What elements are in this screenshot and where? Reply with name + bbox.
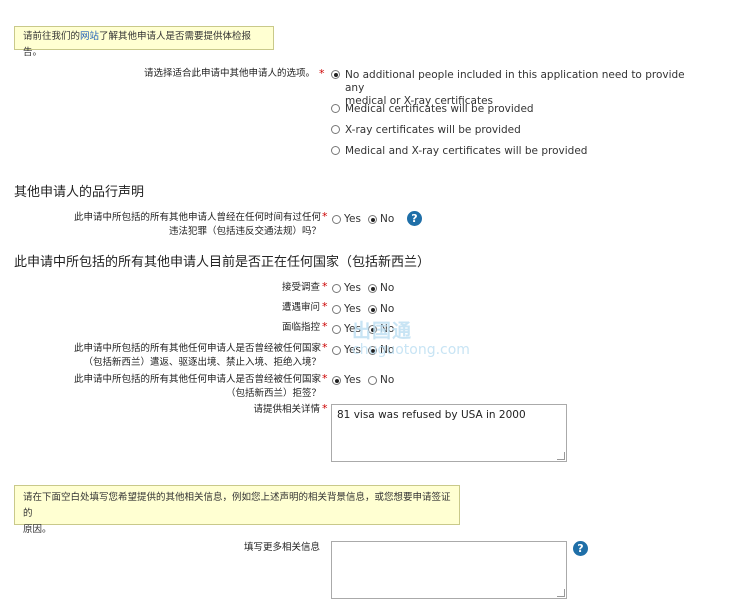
trial-no-label: No — [380, 303, 395, 315]
required-star: * — [319, 67, 325, 80]
notice-medical-info: 请前往我们的网站了解其他申请人是否需要提供体检报告。 — [14, 26, 274, 58]
required-star: * — [322, 402, 328, 415]
crime-question-label: 此申请中所包括的所有其他申请人曾经在任何时间有过任何 违法犯罪（包括违反交通法规… — [40, 211, 321, 239]
deported-question-line1: 此申请中所包括的所有其他任何申请人是否曾经被任何国家 — [73, 343, 321, 354]
radio-medical-none[interactable] — [331, 70, 340, 79]
investigation-label: 接受调查 — [281, 282, 320, 293]
option-medical-and-xray: Medical and X-ray certificates will be p… — [345, 145, 588, 157]
deported-question-line2: （包括新西兰）遣返、驱逐出境、禁止入境、拒绝入境？ — [83, 357, 321, 368]
radio-refused-no[interactable] — [368, 376, 377, 385]
radio-investigation-no[interactable] — [368, 284, 377, 293]
details-text: 81 visa was refused by USA in 2000 — [337, 409, 526, 421]
details-textarea[interactable]: 81 visa was refused by USA in 2000 — [331, 404, 567, 462]
crime-question-line1: 此申请中所包括的所有其他申请人曾经在任何时间有过任何 — [73, 212, 321, 223]
required-star: * — [322, 320, 328, 333]
deported-question-label: 此申请中所包括的所有其他任何申请人是否曾经被任何国家 （包括新西兰）遣返、驱逐出… — [40, 342, 321, 370]
notice-additional-line1: 请在下面空白处填写您希望提供的其他相关信息，例如您上述声明的相关背景信息，或您想… — [23, 492, 451, 519]
trial-yes-label: Yes — [344, 303, 361, 315]
more-info-label: 填写更多相关信息 — [243, 542, 320, 553]
notice-additional-line2: 原因。 — [23, 524, 52, 535]
help-icon[interactable]: ? — [407, 211, 422, 226]
radio-deported-yes[interactable] — [332, 346, 341, 355]
charge-label: 面临指控 — [281, 322, 320, 333]
website-link[interactable]: 网站 — [80, 31, 99, 42]
radio-trial-no[interactable] — [368, 305, 377, 314]
watermark: 出国通 chuguotong.com — [352, 322, 470, 360]
refused-yes-label: Yes — [344, 374, 361, 386]
investigation-no-label: No — [380, 282, 395, 294]
crime-no-label: No — [380, 213, 395, 225]
notice-additional-info: 请在下面空白处填写您希望提供的其他相关信息，例如您上述声明的相关背景信息，或您想… — [14, 485, 460, 535]
radio-xray-certificates[interactable] — [331, 125, 340, 134]
option-medical-none-line1: No additional people included in this ap… — [345, 69, 685, 94]
refused-question-label: 此申请中所包括的所有其他任何申请人是否曾经被任何国家 （包括新西兰）拒签？ — [40, 373, 321, 401]
radio-medical-certificates[interactable] — [331, 104, 340, 113]
radio-medical-and-xray[interactable] — [331, 146, 340, 155]
radio-trial-yes[interactable] — [332, 305, 341, 314]
refused-no-label: No — [380, 374, 395, 386]
radio-investigation-yes[interactable] — [332, 284, 341, 293]
refused-question-line2: （包括新西兰）拒签？ — [225, 388, 321, 399]
option-xray-certificates: X-ray certificates will be provided — [345, 124, 521, 136]
resize-grip-icon[interactable] — [557, 589, 565, 597]
investigation-yes-label: Yes — [344, 282, 361, 294]
crime-yes-label: Yes — [344, 213, 361, 225]
section-title-character: 其他申请人的品行声明 — [14, 185, 145, 200]
required-star: * — [322, 280, 328, 293]
trial-label: 遭遇审问 — [281, 302, 320, 313]
watermark-title: 出国通 — [352, 320, 413, 342]
option-medical-certificates: Medical certificates will be provided — [345, 103, 534, 115]
radio-crime-yes[interactable] — [332, 215, 341, 224]
notice-prefix: 请前往我们的 — [23, 31, 81, 42]
watermark-url: chuguotong.com — [352, 342, 470, 358]
required-star: * — [322, 372, 328, 385]
radio-refused-yes[interactable] — [332, 376, 341, 385]
help-icon[interactable]: ? — [573, 541, 588, 556]
details-label: 请提供相关详情 — [253, 404, 320, 415]
required-star: * — [322, 300, 328, 313]
required-star: * — [322, 210, 328, 223]
more-info-textarea[interactable] — [331, 541, 567, 599]
radio-crime-no[interactable] — [368, 215, 377, 224]
required-star: * — [322, 341, 328, 354]
resize-grip-icon[interactable] — [557, 452, 565, 460]
section-title-country: 此申请中所包括的所有其他申请人目前是否正在任何国家（包括新西兰） — [14, 255, 431, 270]
radio-charge-yes[interactable] — [332, 325, 341, 334]
medical-options-label: 请选择适合此申请中其他申请人的选项。 — [143, 68, 315, 79]
refused-question-line1: 此申请中所包括的所有其他任何申请人是否曾经被任何国家 — [73, 374, 321, 385]
crime-question-line2: 违法犯罪（包括违反交通法规）吗？ — [168, 226, 321, 237]
